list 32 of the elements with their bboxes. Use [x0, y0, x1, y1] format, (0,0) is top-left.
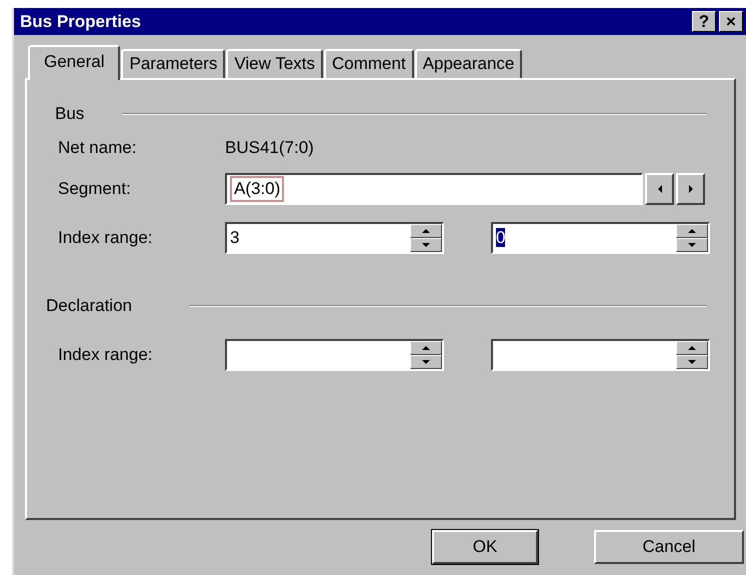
cancel-button[interactable]: Cancel [594, 530, 744, 564]
close-button[interactable]: × [719, 11, 743, 32]
field-label: Segment: [58, 179, 132, 199]
section-heading: Bus [55, 104, 84, 124]
spin-down-button[interactable] [410, 238, 442, 252]
spin-field[interactable] [225, 339, 444, 371]
tab[interactable]: Parameters [121, 49, 226, 78]
next-button[interactable] [676, 173, 705, 205]
tab[interactable]: Comment [324, 49, 414, 78]
net-name-value: BUS41(7:0) [225, 138, 314, 158]
spin-up-button[interactable] [676, 224, 708, 238]
spin-up-button[interactable] [410, 341, 442, 355]
spin-up-button[interactable] [410, 224, 442, 238]
tab[interactable]: General [28, 45, 120, 80]
spin-up-button[interactable] [676, 341, 708, 355]
help-button[interactable]: ? [692, 11, 716, 32]
tab[interactable]: View Texts [226, 49, 323, 78]
field-label: Net name: [58, 138, 138, 158]
previous-button[interactable] [645, 173, 674, 205]
segment-field[interactable]: A(3:0) [225, 173, 643, 205]
spin-down-button[interactable] [676, 355, 708, 369]
spin-down-button[interactable] [676, 238, 708, 252]
field-label: Index range: [58, 345, 154, 365]
ok-button[interactable]: OK [432, 530, 538, 564]
spin-down-button[interactable] [410, 355, 442, 369]
spin-field[interactable]: 0 [491, 222, 710, 254]
field-label: Index range: [58, 228, 154, 248]
tab[interactable]: Appearance [414, 49, 522, 78]
section-heading: Declaration [46, 296, 132, 316]
spin-field[interactable]: 3 [225, 222, 444, 254]
spin-field[interactable] [491, 339, 710, 371]
window-title: Bus Properties [20, 12, 142, 32]
